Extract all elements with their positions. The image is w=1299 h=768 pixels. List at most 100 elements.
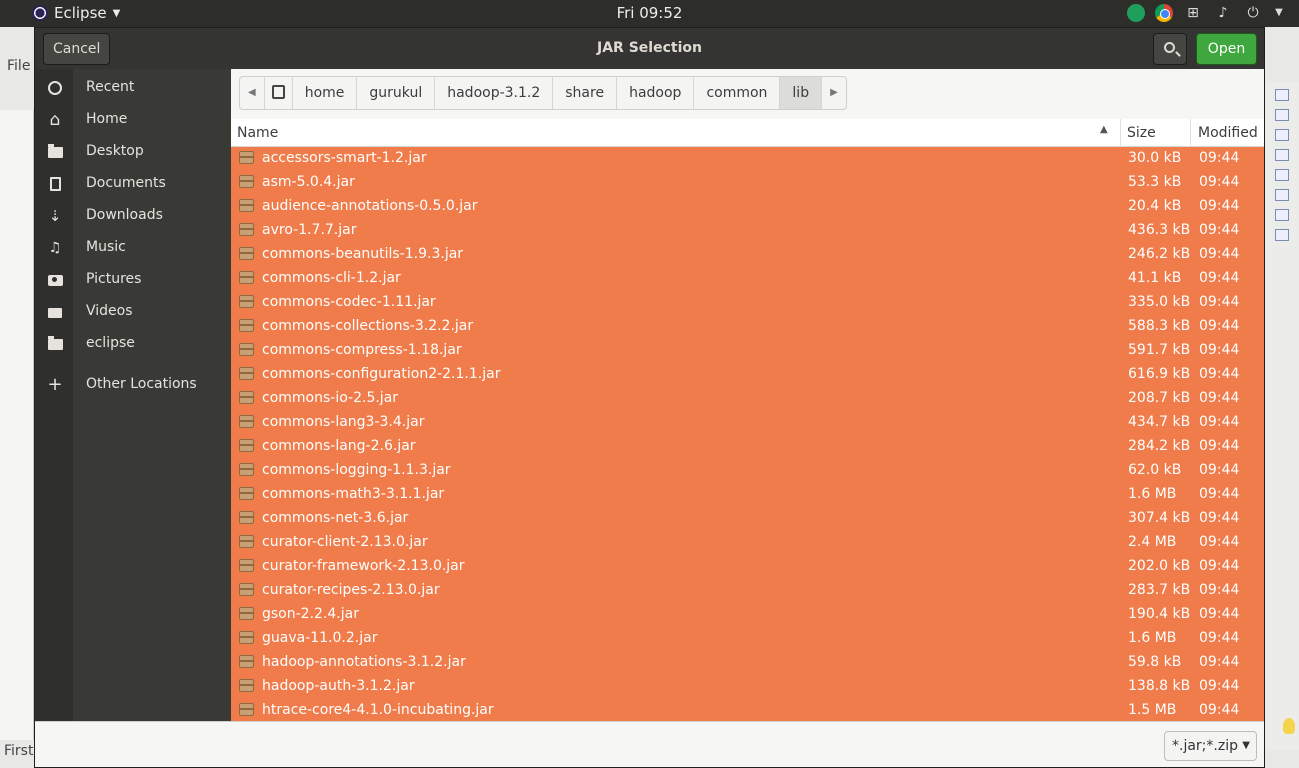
power-icon[interactable]: ⏻ [1243,3,1263,23]
lightbulb-icon[interactable] [1283,718,1295,734]
file-name: asm-5.0.4.jar [262,174,355,190]
jar-archive-icon [239,655,254,668]
file-row[interactable]: commons-codec-1.11.jar 335.0 kB 09:44 [231,291,1264,315]
open-button[interactable]: Open [1196,33,1257,65]
breadcrumb-forward-button[interactable]: ▶ [822,77,846,109]
toolbar-icon[interactable] [1275,129,1289,141]
sidebar-item-desktop[interactable]: Desktop [35,137,231,167]
file-row[interactable]: commons-logging-1.1.3.jar 62.0 kB 09:44 [231,459,1264,483]
column-header: Name ▲ Size Modified [231,119,1264,147]
file-size: 30.0 kB [1128,150,1182,166]
breadcrumb-item[interactable]: gurukul [357,77,436,109]
jar-archive-icon [239,271,254,284]
sidebar-item-videos[interactable]: Videos [35,297,231,327]
clock[interactable]: Fri 09:52 [0,4,1299,22]
file-size: 284.2 kB [1128,438,1191,454]
file-size: 588.3 kB [1128,318,1191,334]
sidebar-item-documents[interactable]: Documents [35,169,231,199]
sort-ascending-icon[interactable]: ▲ [1100,124,1108,135]
search-button[interactable] [1153,33,1187,65]
file-row[interactable]: commons-compress-1.18.jar 591.7 kB 09:44 [231,339,1264,363]
breadcrumb-item[interactable]: home [293,77,358,109]
toolbar-icon[interactable] [1275,89,1289,101]
breadcrumb-item[interactable]: hadoop [617,77,695,109]
places-sidebar: Recent Home Desktop Documents Downloads … [35,69,231,721]
hangouts-icon[interactable] [1127,4,1145,22]
toolbar-icon[interactable] [1275,229,1289,241]
jar-archive-icon [239,535,254,548]
chevron-down-icon[interactable]: ▼ [1273,3,1285,23]
file-name: commons-beanutils-1.9.3.jar [262,246,464,262]
menu-file[interactable]: File [7,58,30,74]
chrome-icon[interactable] [1155,4,1173,22]
breadcrumb-item-current[interactable]: lib [780,77,823,109]
file-modified: 09:44 [1199,246,1240,262]
package-explorer-strip [0,110,34,740]
file-size: 1.6 MB [1128,486,1177,502]
file-row[interactable]: commons-lang3-3.4.jar 434.7 kB 09:44 [231,411,1264,435]
file-modified: 09:44 [1199,294,1240,310]
sidebar-item-recent[interactable]: Recent [35,73,231,103]
sidebar-item-home[interactable]: Home [35,105,231,135]
file-name: commons-net-3.6.jar [262,510,409,526]
file-size: 2.4 MB [1128,534,1177,550]
file-type-filter[interactable]: *.jar;*.zip ▼ [1164,731,1257,761]
sidebar-item-downloads[interactable]: Downloads [35,201,231,231]
breadcrumb-item[interactable]: hadoop-3.1.2 [435,77,554,109]
breadcrumb-item[interactable]: common [694,77,781,109]
file-row[interactable]: hadoop-annotations-3.1.2.jar 59.8 kB 09:44 [231,651,1264,675]
file-size: 307.4 kB [1128,510,1191,526]
right-toolbar-strip [1265,81,1299,751]
toolbar-icon[interactable] [1275,209,1289,221]
file-row[interactable]: commons-cli-1.2.jar 41.1 kB 09:44 [231,267,1264,291]
toolbar-icon[interactable] [1275,149,1289,161]
column-size[interactable]: Size [1127,125,1156,141]
file-row[interactable]: gson-2.2.4.jar 190.4 kB 09:44 [231,603,1264,627]
column-modified[interactable]: Modified [1198,125,1258,141]
file-row[interactable]: avro-1.7.7.jar 436.3 kB 09:44 [231,219,1264,243]
dialog-footer: *.jar;*.zip ▼ [35,721,1264,767]
status-text: First [4,743,34,759]
network-icon[interactable]: ⊞ [1183,3,1203,23]
plus-icon [47,377,63,393]
video-icon [48,308,62,318]
file-row[interactable]: accessors-smart-1.2.jar 30.0 kB 09:44 [231,147,1264,171]
file-row[interactable]: audience-annotations-0.5.0.jar 20.4 kB 09:… [231,195,1264,219]
file-row[interactable]: htrace-core4-4.1.0-incubating.jar 1.5 MB 0… [231,699,1264,721]
file-row[interactable]: commons-math3-3.1.1.jar 1.6 MB 09:44 [231,483,1264,507]
file-row[interactable]: curator-recipes-2.13.0.jar 283.7 kB 09:44 [231,579,1264,603]
file-row[interactable]: hadoop-auth-3.1.2.jar 138.8 kB 09:44 [231,675,1264,699]
sidebar-item-pictures[interactable]: Pictures [35,265,231,295]
file-size: 20.4 kB [1128,198,1182,214]
file-row[interactable]: asm-5.0.4.jar 53.3 kB 09:44 [231,171,1264,195]
chevron-down-icon: ▼ [1242,740,1250,751]
volume-icon[interactable]: ♪ [1213,3,1233,23]
breadcrumb-item[interactable]: share [553,77,618,109]
sidebar-item-eclipse[interactable]: eclipse [35,329,231,359]
file-row[interactable]: curator-client-2.13.0.jar 2.4 MB 09:44 [231,531,1264,555]
file-name: gson-2.2.4.jar [262,606,359,622]
file-size: 138.8 kB [1128,678,1191,694]
sidebar-item-music[interactable]: Music [35,233,231,263]
file-row[interactable]: commons-configuration2-2.1.1.jar 616.9 kB… [231,363,1264,387]
toolbar-icon[interactable] [1275,109,1289,121]
jar-archive-icon [239,631,254,644]
breadcrumb-root-button[interactable] [265,77,293,109]
file-name: hadoop-annotations-3.1.2.jar [262,654,466,670]
file-row[interactable]: commons-collections-3.2.2.jar 588.3 kB 09:… [231,315,1264,339]
file-row[interactable]: curator-framework-2.13.0.jar 202.0 kB 09:4… [231,555,1264,579]
file-row[interactable]: commons-beanutils-1.9.3.jar 246.2 kB 09:44 [231,243,1264,267]
toolbar-icon[interactable] [1275,169,1289,181]
sidebar-item-other-locations[interactable]: Other Locations [35,370,231,400]
file-row[interactable]: commons-lang-2.6.jar 284.2 kB 09:44 [231,435,1264,459]
breadcrumb-back-button[interactable]: ◀ [240,77,265,109]
file-row[interactable]: commons-io-2.5.jar 208.7 kB 09:44 [231,387,1264,411]
file-row[interactable]: guava-11.0.2.jar 1.6 MB 09:44 [231,627,1264,651]
file-modified: 09:44 [1199,630,1240,646]
file-name: htrace-core4-4.1.0-incubating.jar [262,702,494,718]
sidebar-item-label: Downloads [86,207,163,223]
file-row[interactable]: commons-net-3.6.jar 307.4 kB 09:44 [231,507,1264,531]
toolbar-icon[interactable] [1275,189,1289,201]
column-name[interactable]: Name [237,125,278,141]
jar-archive-icon [239,247,254,260]
